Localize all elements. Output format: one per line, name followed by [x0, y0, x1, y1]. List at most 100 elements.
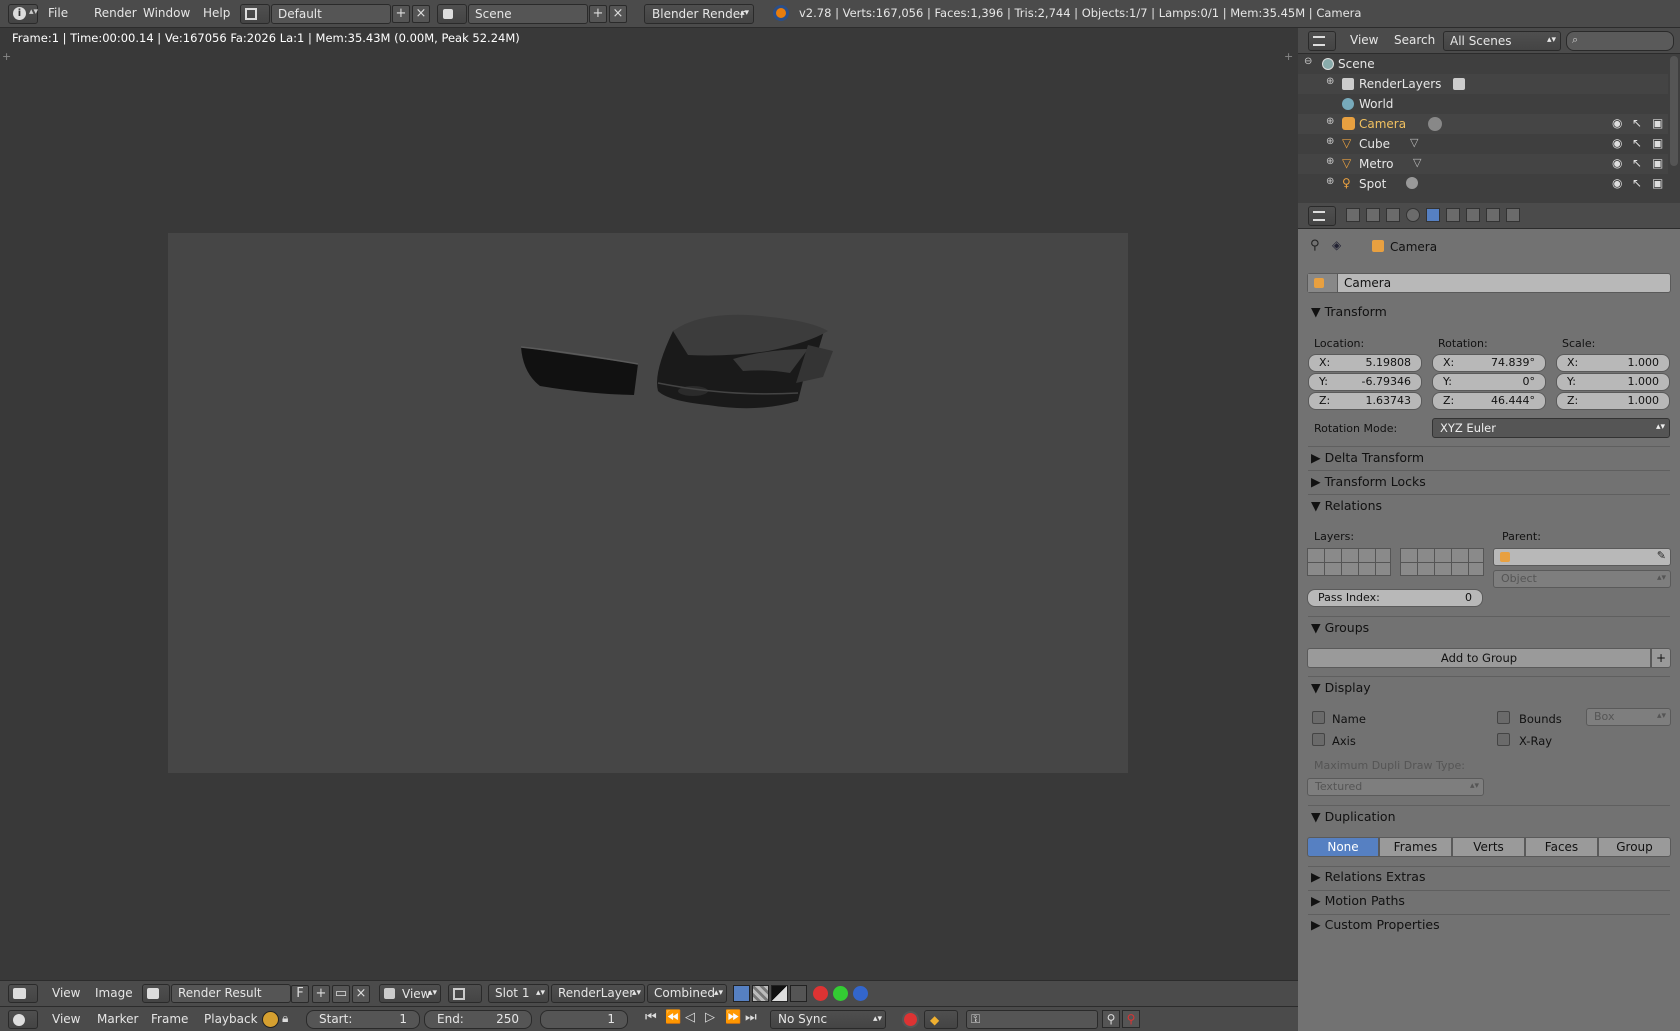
jump-next-keyframe-icon[interactable]: ⏩	[725, 1010, 741, 1025]
current-frame-field[interactable]: 1	[540, 1010, 628, 1029]
slot-dropdown[interactable]: Slot 1 ▴▾	[488, 984, 549, 1003]
eyedropper-icon[interactable]: ✎	[1657, 549, 1666, 562]
outliner-search-input[interactable]: ⌕	[1566, 31, 1674, 51]
outliner-row-scene[interactable]: ⊖ Scene	[1298, 54, 1668, 74]
screen-layout-icon[interactable]	[240, 4, 270, 24]
draw-alpha-icon[interactable]	[752, 985, 769, 1002]
view-dropdown[interactable]: View ▴▾	[379, 984, 441, 1003]
insert-keyframe-icon[interactable]: ⚲	[1102, 1010, 1120, 1028]
pivot-dropdown[interactable]	[448, 984, 482, 1003]
outliner-menu-view[interactable]: View	[1350, 33, 1378, 47]
bounds-type-dropdown[interactable]: Box ▴▾	[1586, 708, 1671, 726]
timeline-menu-marker[interactable]: Marker	[97, 1012, 138, 1026]
jump-start-icon[interactable]: ⏮	[645, 1010, 657, 1025]
jump-end-icon[interactable]: ⏭	[745, 1010, 757, 1025]
remove-scene-button[interactable]: ×	[609, 5, 627, 23]
render-camera-icon[interactable]: ▣	[1652, 116, 1663, 130]
outliner-menu-search[interactable]: Search	[1394, 33, 1435, 47]
location-y-field[interactable]: Y: -6.79346	[1308, 373, 1422, 391]
image-menu-view[interactable]: View	[52, 986, 80, 1000]
add-group-plus-button[interactable]: +	[1651, 648, 1671, 668]
duplication-faces-button[interactable]: Faces	[1525, 837, 1598, 857]
expand-icon[interactable]: ⊕	[1326, 116, 1334, 127]
display-panel-header[interactable]: ▼ Display	[1311, 680, 1371, 695]
expand-icon[interactable]: ⊕	[1326, 136, 1334, 147]
visibility-eye-icon[interactable]: ◉	[1612, 136, 1622, 150]
timeline-editor-type-icon[interactable]	[8, 1010, 38, 1029]
scene-icon[interactable]	[437, 4, 467, 24]
scale-y-field[interactable]: Y: 1.000	[1556, 373, 1670, 391]
timeline-menu-frame[interactable]: Frame	[151, 1012, 188, 1026]
add-layout-button[interactable]: +	[392, 5, 410, 23]
draw-color-icon[interactable]	[733, 985, 750, 1002]
constraints-tab-icon[interactable]	[1446, 208, 1460, 222]
image-editor-type-icon[interactable]	[8, 984, 38, 1003]
open-image-button[interactable]: ▭	[332, 985, 350, 1003]
green-channel-icon[interactable]	[833, 986, 848, 1001]
rotation-y-field[interactable]: Y: 0°	[1432, 373, 1546, 391]
auto-keying-record-icon[interactable]	[902, 1011, 919, 1028]
jump-prev-keyframe-icon[interactable]: ⏪	[665, 1010, 681, 1025]
duplication-verts-button[interactable]: Verts	[1452, 837, 1525, 857]
render-layers-tab-icon[interactable]	[1366, 208, 1380, 222]
expand-icon[interactable]: ⊕	[1326, 176, 1334, 187]
parent-field[interactable]: ✎	[1493, 548, 1671, 566]
info-editor-type-icon[interactable]: i ▴▾	[8, 4, 38, 24]
expand-icon[interactable]: ⊕	[1326, 76, 1334, 87]
menu-file[interactable]: File	[48, 6, 68, 20]
rotation-z-field[interactable]: Z: 46.444°	[1432, 392, 1546, 410]
active-keying-set-field[interactable]: ⚿	[966, 1010, 1098, 1029]
visibility-eye-icon[interactable]: ◉	[1612, 116, 1622, 130]
custom-properties-panel-header[interactable]: ▶ Custom Properties	[1311, 917, 1440, 932]
visibility-eye-icon[interactable]: ◉	[1612, 156, 1622, 170]
play-reverse-icon[interactable]: ◁	[685, 1010, 695, 1025]
duplication-panel-header[interactable]: ▼ Duplication	[1311, 809, 1396, 824]
relations-extras-panel-header[interactable]: ▶ Relations Extras	[1311, 869, 1425, 884]
xray-checkbox[interactable]	[1497, 733, 1510, 746]
add-to-group-button[interactable]: Add to Group	[1307, 648, 1651, 668]
scale-x-field[interactable]: X: 1.000	[1556, 354, 1670, 372]
physics-tab-icon[interactable]	[1506, 208, 1520, 222]
render-pass-dropdown[interactable]: Combined ▴▾	[647, 984, 727, 1003]
name-checkbox[interactable]	[1312, 711, 1325, 724]
location-z-field[interactable]: Z: 1.63743	[1308, 392, 1422, 410]
object-datablock-icon[interactable]	[1308, 274, 1338, 292]
render-camera-icon[interactable]: ▣	[1652, 136, 1663, 150]
menu-render[interactable]: Render	[94, 6, 137, 20]
render-camera-icon[interactable]: ▣	[1652, 156, 1663, 170]
menu-window[interactable]: Window	[143, 6, 190, 20]
motion-paths-panel-header[interactable]: ▶ Motion Paths	[1311, 893, 1405, 908]
blue-channel-icon[interactable]	[853, 986, 868, 1001]
add-scene-button[interactable]: +	[589, 5, 607, 23]
render-camera-icon[interactable]: ▣	[1652, 176, 1663, 190]
scene-tab-icon[interactable]	[1386, 208, 1400, 222]
duplication-group-button[interactable]: Group	[1598, 837, 1671, 857]
timeline-menu-playback[interactable]: Playback	[204, 1012, 258, 1026]
object-name-field[interactable]: Camera	[1307, 273, 1671, 293]
timeline-menu-view[interactable]: View	[52, 1012, 80, 1026]
scale-z-field[interactable]: Z: 1.000	[1556, 392, 1670, 410]
modifiers-tab-icon[interactable]	[1466, 208, 1480, 222]
unlink-image-button[interactable]: ×	[352, 985, 370, 1003]
new-image-button[interactable]: +	[312, 985, 330, 1003]
delta-transform-panel-header[interactable]: ▶ Delta Transform	[1311, 450, 1424, 465]
draw-zbuffer-icon[interactable]	[771, 985, 788, 1002]
outliner-scrollbar[interactable]	[1670, 56, 1678, 166]
select-arrow-icon[interactable]: ↖	[1632, 136, 1642, 150]
delete-keyframe-icon[interactable]: ⚲	[1122, 1010, 1140, 1028]
remove-layout-button[interactable]: ×	[412, 5, 430, 23]
world-tab-icon[interactable]	[1406, 208, 1420, 222]
draw-channels-icon[interactable]	[790, 985, 807, 1002]
outliner-row-renderlayers[interactable]: ⊕ RenderLayers	[1298, 74, 1668, 94]
axis-checkbox[interactable]	[1312, 733, 1325, 746]
preview-range-icon[interactable]	[262, 1011, 279, 1028]
texture-tab-icon[interactable]	[1486, 208, 1500, 222]
sync-mode-dropdown[interactable]: No Sync ▴▾	[770, 1010, 886, 1029]
collapse-icon[interactable]: ⊖	[1304, 56, 1312, 67]
start-frame-field[interactable]: Start: 1	[306, 1010, 420, 1029]
expand-icon[interactable]: ⊕	[1326, 156, 1334, 167]
location-x-field[interactable]: X: 5.19808	[1308, 354, 1422, 372]
select-arrow-icon[interactable]: ↖	[1632, 116, 1642, 130]
pass-index-field[interactable]: Pass Index: 0	[1307, 589, 1483, 607]
render-layer-dropdown[interactable]: RenderLayer ▴▾	[551, 984, 645, 1003]
